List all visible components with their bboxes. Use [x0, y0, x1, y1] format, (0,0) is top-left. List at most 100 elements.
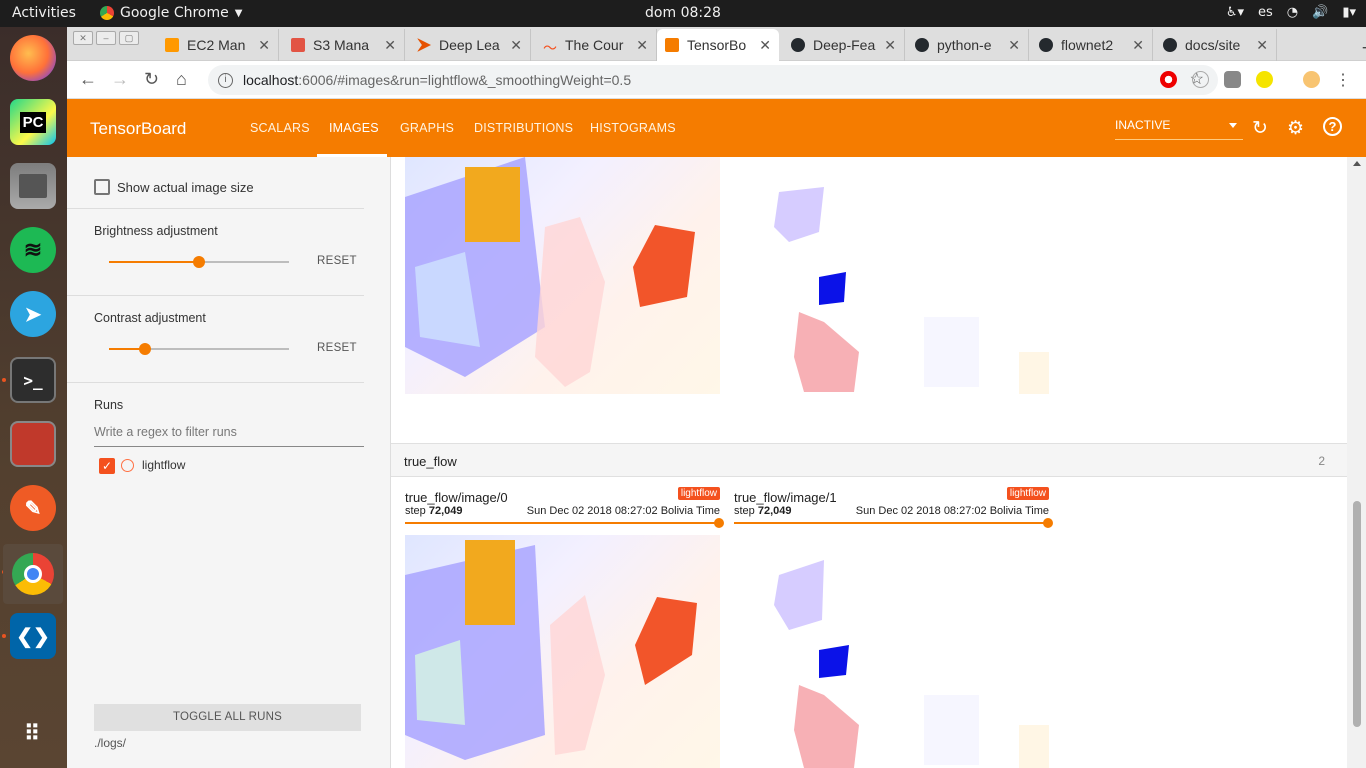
step-slider[interactable]: [734, 518, 1053, 528]
browser-tab[interactable]: Deep Lea ✕: [409, 29, 531, 61]
brightness-slider[interactable]: [109, 256, 289, 268]
close-icon[interactable]: ✕: [1132, 37, 1144, 54]
close-icon[interactable]: ✕: [510, 37, 522, 54]
plugin-select[interactable]: INACTIVE: [1115, 118, 1243, 140]
slider-knob[interactable]: [1043, 518, 1053, 528]
profile-avatar[interactable]: [1303, 71, 1320, 88]
image-size-section: Show actual image size: [67, 157, 364, 209]
close-icon[interactable]: ✕: [884, 37, 896, 54]
home-icon[interactable]: ⌂: [176, 69, 187, 90]
volume-icon[interactable]: 🔊: [1312, 5, 1328, 20]
tab-favicon-icon: [291, 38, 305, 52]
running-indicator: [2, 378, 6, 382]
scrollbar[interactable]: [1347, 157, 1366, 768]
accessibility-icon[interactable]: ♿▾: [1226, 5, 1244, 20]
scroll-up-icon[interactable]: [1353, 161, 1361, 166]
run-filter-input[interactable]: Write a regex to filter runs: [94, 425, 364, 447]
activities-button[interactable]: Activities: [12, 5, 76, 21]
brightness-label: Brightness adjustment: [94, 224, 218, 238]
terminal-icon[interactable]: >_: [10, 357, 56, 403]
close-icon[interactable]: ✕: [384, 37, 396, 54]
github-icon: [1039, 38, 1053, 52]
extension-icon[interactable]: [1256, 71, 1273, 88]
slider-knob[interactable]: [714, 518, 724, 528]
browser-tab[interactable]: EC2 Man ✕: [157, 29, 279, 61]
timestamp: Sun Dec 02 2018 08:27:02 Bolivia Time: [855, 505, 1049, 517]
chrome-menu-icon[interactable]: ⋮: [1335, 70, 1351, 90]
minimize-icon[interactable]: –: [96, 31, 116, 45]
address-bar[interactable]: i localhost:6006/#images&run=lightflow&_…: [208, 65, 1218, 95]
tab-favicon-icon: [417, 38, 431, 52]
app-grid-icon[interactable]: ⠿: [10, 711, 56, 757]
browser-tab[interactable]: 〜 The Cour ✕: [535, 29, 657, 61]
close-icon[interactable]: ✕: [258, 37, 270, 54]
browser-tab[interactable]: S3 Mana ✕: [283, 29, 405, 61]
wifi-icon[interactable]: ◔: [1287, 5, 1298, 20]
browser-tab[interactable]: Deep-Fea ✕: [783, 29, 905, 61]
slider-knob[interactable]: [193, 256, 205, 268]
close-icon[interactable]: ✕: [636, 37, 648, 54]
close-window-icon[interactable]: ✕: [73, 31, 93, 45]
scrollbar-thumb[interactable]: [1353, 501, 1361, 727]
help-icon[interactable]: ?: [1323, 117, 1342, 136]
opera-extension-icon[interactable]: [1160, 71, 1177, 88]
show-actual-size-checkbox[interactable]: [94, 179, 110, 195]
vscode-icon[interactable]: ❮❯: [10, 613, 56, 659]
files-icon[interactable]: [10, 163, 56, 209]
tag-group-count: 2: [1318, 454, 1325, 468]
new-tab-button[interactable]: ＋: [1360, 32, 1366, 61]
tab-scalars[interactable]: SCALARS: [250, 121, 310, 135]
main-content: true_flow 2 true_flow/image/0 lightflow …: [391, 157, 1347, 768]
reload-icon[interactable]: ↻: [144, 69, 159, 90]
telegram-icon[interactable]: ➤: [10, 291, 56, 337]
pycharm-icon[interactable]: PC: [10, 99, 56, 145]
extension-icon[interactable]: [1192, 71, 1209, 88]
tab-graphs[interactable]: GRAPHS: [400, 121, 454, 135]
brightness-reset-button[interactable]: RESET: [317, 255, 357, 267]
contrast-section: Contrast adjustment RESET: [67, 296, 364, 383]
chevron-down-icon: ▼: [234, 7, 243, 19]
browser-tab[interactable]: flownet2 ✕: [1031, 29, 1153, 61]
contrast-reset-button[interactable]: RESET: [317, 342, 357, 354]
maximize-icon[interactable]: ▢: [119, 31, 139, 45]
forward-icon[interactable]: →: [111, 69, 129, 90]
image-card-title: true_flow/image/0: [405, 490, 508, 505]
close-icon[interactable]: ✕: [1256, 37, 1268, 54]
toggle-all-runs-button[interactable]: TOGGLE ALL RUNS: [94, 704, 361, 731]
gear-icon[interactable]: ⚙: [1287, 117, 1304, 140]
postman-icon[interactable]: ✎: [10, 485, 56, 531]
run-badge: lightflow: [1006, 487, 1049, 500]
tab-images[interactable]: IMAGES: [329, 121, 379, 135]
chrome-icon[interactable]: [3, 544, 63, 604]
slider-knob[interactable]: [139, 343, 151, 355]
database-extension-icon[interactable]: [1224, 71, 1241, 88]
github-icon: [1163, 38, 1177, 52]
browser-tab[interactable]: docs/site ✕: [1155, 29, 1277, 61]
tag-group-header[interactable]: true_flow 2: [391, 444, 1347, 477]
contrast-slider[interactable]: [109, 343, 289, 355]
runs-heading: Runs: [94, 398, 124, 412]
browser-tab-active[interactable]: TensorBo ✕: [657, 29, 779, 61]
step-slider[interactable]: [405, 518, 724, 528]
language-indicator[interactable]: es: [1258, 5, 1273, 20]
browser-tab[interactable]: python-e ✕: [907, 29, 1029, 61]
tab-distributions[interactable]: DISTRIBUTIONS: [474, 121, 573, 135]
running-indicator: [2, 634, 6, 638]
app-menu[interactable]: Google Chrome ▼: [100, 5, 242, 21]
close-icon[interactable]: ✕: [1008, 37, 1020, 54]
app-icon[interactable]: [10, 421, 56, 467]
tab-histograms[interactable]: HISTOGRAMS: [590, 121, 676, 135]
close-icon[interactable]: ✕: [759, 37, 771, 54]
spotify-icon[interactable]: ≋: [10, 227, 56, 273]
run-checkbox[interactable]: ✓: [99, 458, 115, 474]
info-icon[interactable]: i: [218, 72, 233, 88]
system-tray[interactable]: ♿▾ es ◔ 🔊 ▮▾: [1226, 5, 1356, 20]
refresh-icon[interactable]: ↻: [1252, 117, 1268, 140]
tab-favicon-icon: [165, 38, 179, 52]
app-menu-label: Google Chrome: [120, 5, 229, 21]
tag-group-name: true_flow: [404, 454, 457, 469]
back-icon[interactable]: ←: [79, 69, 97, 90]
run-badge: lightflow: [677, 487, 720, 500]
battery-icon[interactable]: ▮▾: [1342, 5, 1356, 20]
firefox-icon[interactable]: [10, 35, 56, 81]
